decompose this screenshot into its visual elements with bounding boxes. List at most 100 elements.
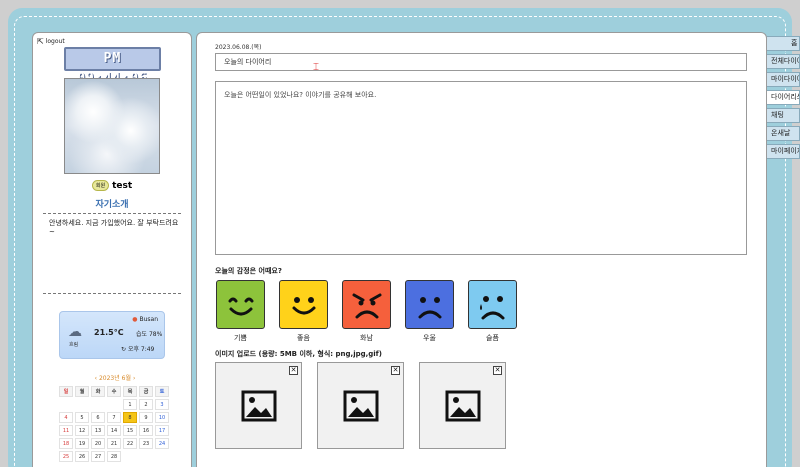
- calendar-day[interactable]: 27: [91, 451, 105, 462]
- next-month-button[interactable]: ›: [133, 375, 135, 382]
- diary-editor: 2023.06.08.(목) 오늘의 다이어리 ⌶ 오늘은 어떤일이 있었나요?…: [196, 32, 767, 467]
- calendar-day[interactable]: 23: [139, 438, 153, 449]
- emotion-name: 슬픔: [486, 334, 499, 342]
- diary-date: 2023.06.08.(목): [215, 44, 262, 51]
- divider: [43, 213, 181, 214]
- image-placeholder-icon: [445, 390, 480, 421]
- calendar-day[interactable]: 15: [123, 425, 137, 436]
- calendar-day[interactable]: 9: [139, 412, 153, 423]
- gloomy-face-icon: [405, 280, 454, 329]
- image-upload-slot[interactable]: ✕: [317, 362, 404, 449]
- emotion-name: 기쁨: [234, 334, 247, 342]
- calendar-day[interactable]: 19: [75, 438, 89, 449]
- logout-icon: ⇱: [37, 37, 44, 46]
- divider: [43, 293, 181, 294]
- calendar-day[interactable]: 28: [107, 451, 121, 462]
- weather-widget: ● Busan ☁ 흐림 21.5°C 습도 78% ↻ 오후 7:49: [59, 311, 165, 359]
- weather-humidity: 습도 78%: [136, 331, 163, 338]
- prev-month-button[interactable]: ‹: [95, 375, 97, 382]
- side-nav-tabs: 홈 전체다이어리 마이다이어리 다이어리쓰기 채팅 온새날 마이페이지: [767, 36, 800, 162]
- calendar-day[interactable]: 26: [75, 451, 89, 462]
- remove-image-button[interactable]: ✕: [391, 366, 400, 375]
- sad-face-icon: [468, 280, 517, 329]
- calendar-day[interactable]: 3: [155, 399, 169, 410]
- calendar-day[interactable]: 21: [107, 438, 121, 449]
- calendar-day[interactable]: 20: [91, 438, 105, 449]
- tab-home[interactable]: 홈: [767, 36, 800, 51]
- calendar-weekday: 금: [139, 386, 153, 397]
- emotion-sad[interactable]: 슬픔: [468, 280, 517, 343]
- calendar-weekday: 일: [59, 386, 73, 397]
- calendar-day[interactable]: 8: [123, 412, 137, 423]
- calendar-day[interactable]: 18: [59, 438, 73, 449]
- weather-refresh-time: 오후 7:49: [127, 346, 155, 353]
- calendar-day[interactable]: 16: [139, 425, 153, 436]
- image-upload-slot[interactable]: ✕: [215, 362, 302, 449]
- upload-label: 이미지 업로드 (용량: 5MB 이하, 형식: png,jpg,gif): [215, 350, 382, 358]
- tab-onsaenal[interactable]: 온새날: [767, 126, 800, 141]
- calendar-day[interactable]: 12: [75, 425, 89, 436]
- calendar-day[interactable]: 14: [107, 425, 121, 436]
- calendar-day[interactable]: 24: [155, 438, 169, 449]
- image-placeholder-icon: [343, 390, 378, 421]
- calendar-day[interactable]: 25: [59, 451, 73, 462]
- calendar-weekday: 목: [123, 386, 137, 397]
- member-badge: 회원: [91, 180, 110, 191]
- weather-desc: 흐림: [69, 342, 79, 348]
- emotion-angry[interactable]: 화남: [342, 280, 391, 343]
- emotion-name: 우울: [423, 334, 436, 342]
- remove-image-button[interactable]: ✕: [493, 366, 502, 375]
- user-row: 회원 test: [33, 180, 191, 191]
- emotion-name: 화남: [360, 334, 373, 342]
- location-pin-icon: ●: [132, 316, 138, 323]
- weather-city-label: Busan: [139, 316, 158, 323]
- calendar-day[interactable]: 13: [91, 425, 105, 436]
- emotion-label: 오늘의 감정은 어때요?: [215, 267, 282, 275]
- profile-sidebar: ⇱ logout PM 09:44:06 회원test 자기소개 안녕하세요. …: [32, 32, 192, 467]
- calendar-day[interactable]: 10: [155, 412, 169, 423]
- weather-refresh-button[interactable]: ↻ 오후 7:49: [121, 344, 154, 353]
- username: test: [112, 181, 133, 191]
- remove-image-button[interactable]: ✕: [289, 366, 298, 375]
- logout-label: logout: [45, 38, 65, 45]
- emotion-good[interactable]: 좋음: [279, 280, 328, 343]
- calendar-day[interactable]: 11: [59, 425, 73, 436]
- emotion-joy[interactable]: 기쁨: [216, 280, 265, 343]
- emotion-picker: 기쁨 좋음 화남 우울 슬픔: [216, 280, 517, 343]
- tab-my-page[interactable]: 마이페이지: [767, 144, 800, 159]
- cloud-icon: ☁: [68, 324, 82, 340]
- joy-face-icon: [216, 280, 265, 329]
- calendar-day[interactable]: 7: [107, 412, 121, 423]
- diary-content-textarea[interactable]: 오늘은 어떤일이 있었나요? 이야기를 공유해 보아요.: [215, 81, 747, 255]
- intro-title: 자기소개: [95, 200, 129, 210]
- calendar-day[interactable]: 2: [139, 399, 153, 410]
- calendar-blank: [75, 399, 89, 410]
- calendar-day[interactable]: 5: [75, 412, 89, 423]
- logout-button[interactable]: ⇱ logout: [37, 37, 65, 46]
- image-upload-slot[interactable]: ✕: [419, 362, 506, 449]
- emotion-gloomy[interactable]: 우울: [405, 280, 454, 343]
- calendar-grid: 일 월 화 수 목 금 토 1 2 3 4 5 6 7 8 9 10 11 12 13 14 15 16 17 18 19 20 21…: [59, 386, 171, 462]
- refresh-icon: ↻: [121, 346, 127, 353]
- intro-text: 안녕하세요. 지금 가입했어요. 잘 부탁드려요~: [49, 219, 179, 236]
- image-upload-row: ✕ ✕ ✕: [215, 362, 506, 449]
- calendar-blank: [107, 399, 121, 410]
- emotion-name: 좋음: [297, 334, 310, 342]
- calendar-title: 2023년 6월: [98, 375, 132, 382]
- calendar-day[interactable]: 1: [123, 399, 137, 410]
- text-cursor-icon: ⌶: [313, 62, 319, 73]
- calendar-day[interactable]: 6: [91, 412, 105, 423]
- calendar-blank: [59, 399, 73, 410]
- digital-clock: PM 09:44:06: [64, 47, 161, 86]
- diary-title-input[interactable]: 오늘의 다이어리: [215, 53, 747, 71]
- calendar-weekday: 월: [75, 386, 89, 397]
- calendar-weekday: 화: [91, 386, 105, 397]
- calendar-day[interactable]: 17: [155, 425, 169, 436]
- calendar-day[interactable]: 4: [59, 412, 73, 423]
- angry-face-icon: [342, 280, 391, 329]
- tab-write-diary[interactable]: 다이어리쓰기: [767, 90, 800, 105]
- calendar-day[interactable]: 22: [123, 438, 137, 449]
- tab-my-diary[interactable]: 마이다이어리: [767, 72, 800, 87]
- tab-all-diary[interactable]: 전체다이어리: [767, 54, 800, 69]
- tab-chat[interactable]: 채팅: [767, 108, 800, 123]
